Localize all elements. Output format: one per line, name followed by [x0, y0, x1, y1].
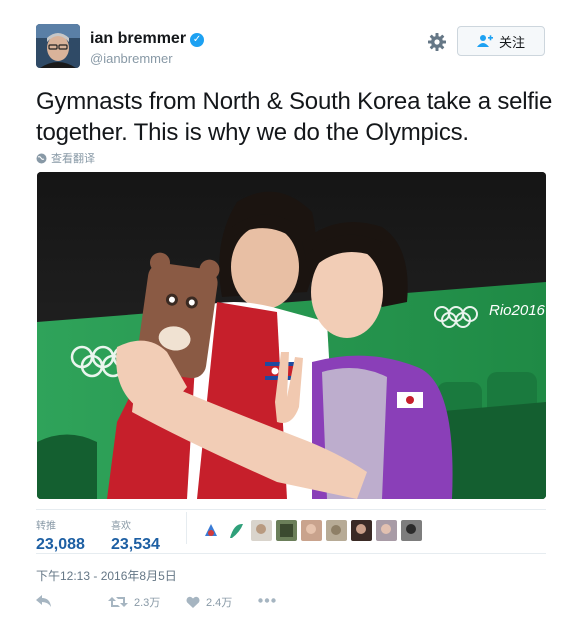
liker-avatar[interactable]: [201, 520, 222, 541]
retweet-button[interactable]: 2.3万: [108, 594, 160, 610]
liker-avatar[interactable]: [326, 520, 347, 541]
rio-logo: Rio2016: [489, 302, 546, 319]
like-count: 2.4万: [206, 597, 233, 609]
author-name[interactable]: ian bremmer ✓: [90, 30, 205, 48]
globe-icon: [36, 153, 47, 163]
like-button[interactable]: 2.4万: [186, 594, 232, 610]
more-button[interactable]: [258, 598, 276, 603]
likers-avatars: [201, 520, 422, 541]
selfie-photo: Rio2016: [37, 172, 546, 499]
liker-avatar[interactable]: [376, 520, 397, 541]
verified-icon: ✓: [190, 33, 205, 47]
liker-avatar[interactable]: [301, 520, 322, 541]
tweet-photo[interactable]: Rio2016: [37, 172, 546, 499]
gear-icon[interactable]: [427, 32, 447, 52]
divider-bottom: [36, 553, 546, 554]
retweet-icon: [108, 597, 128, 607]
heart-icon: [186, 596, 200, 608]
follow-label: 关注: [498, 34, 525, 50]
tweet-timestamp[interactable]: 下午12:13 - 2016年8月5日: [36, 567, 177, 584]
liker-avatar[interactable]: [251, 520, 272, 541]
translate-link[interactable]: 查看翻译: [36, 150, 95, 166]
retweet-count: 2.3万: [134, 597, 161, 609]
more-icon: [258, 598, 276, 603]
liker-avatar[interactable]: [351, 520, 372, 541]
reply-icon: [36, 595, 51, 607]
avatar-image: [36, 24, 80, 68]
retweets-count: 23,088: [36, 536, 85, 553]
divider-top: [36, 509, 546, 510]
tweet-actions: 2.3万 2.4万: [36, 592, 336, 616]
liker-avatar[interactable]: [276, 520, 297, 541]
tweet-text: Gymnasts from North & South Korea take a…: [36, 88, 553, 146]
reply-button[interactable]: [36, 594, 52, 608]
author-handle[interactable]: @ianbremmer: [90, 51, 173, 66]
avatar[interactable]: [36, 24, 80, 68]
likes-stat[interactable]: 喜欢 23,534: [111, 517, 160, 554]
retweets-stat[interactable]: 转推 23,088: [36, 517, 85, 554]
follow-button[interactable]: 关注: [457, 26, 545, 56]
add-user-icon: [476, 35, 493, 47]
retweets-label: 转推: [36, 521, 56, 532]
likes-label: 喜欢: [111, 521, 131, 532]
liker-avatar[interactable]: [401, 520, 422, 541]
tweet-card: ian bremmer ✓ @ianbremmer 关注 Gymnasts fr…: [0, 0, 580, 617]
stats-separator: [186, 512, 187, 544]
liker-avatar[interactable]: [226, 520, 247, 541]
likes-count: 23,534: [111, 536, 160, 553]
